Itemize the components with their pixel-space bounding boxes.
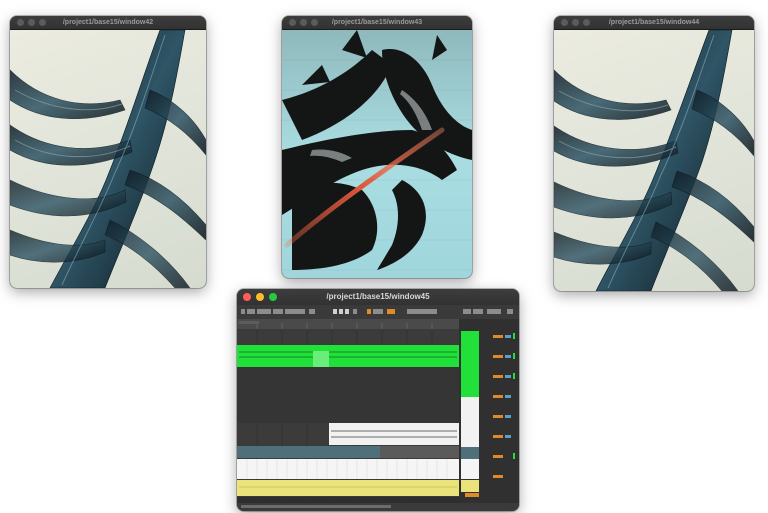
spine-sculpture-image [10, 30, 206, 288]
spine-render-left [10, 30, 206, 288]
daw-arrangement[interactable] [237, 305, 519, 511]
daw-window-45[interactable]: /project1/base15/window45 [237, 289, 519, 511]
title-bar[interactable]: /project1/base15/window44 [554, 16, 754, 30]
audio-clip-blue [237, 446, 380, 458]
glitch-sculpture-image [282, 30, 472, 278]
window-title: /project1/base15/window43 [331, 19, 423, 26]
yellow-clip [237, 480, 459, 496]
audio-clip-white [329, 423, 459, 445]
title-bar[interactable]: /project1/base15/window45 [237, 289, 519, 306]
render-window-44[interactable]: /project1/base15/window44 [554, 16, 754, 291]
title-bar[interactable]: /project1/base15/window42 [10, 16, 206, 30]
timeline-ruler [237, 319, 459, 329]
glitch-render [282, 30, 472, 278]
spine-sculpture-image [554, 30, 754, 291]
window-title: /project1/base15/window44 [608, 19, 700, 26]
spine-render-right [554, 30, 754, 291]
midi-lane-white [237, 459, 459, 479]
title-bar[interactable]: /project1/base15/window43 [282, 16, 472, 30]
window-title: /project1/base15/window45 [326, 292, 430, 301]
window-title: /project1/base15/window42 [62, 19, 154, 26]
green-midi-clip [237, 345, 459, 367]
render-window-43[interactable]: /project1/base15/window43 [282, 16, 472, 278]
render-window-42[interactable]: /project1/base15/window42 [10, 16, 206, 288]
